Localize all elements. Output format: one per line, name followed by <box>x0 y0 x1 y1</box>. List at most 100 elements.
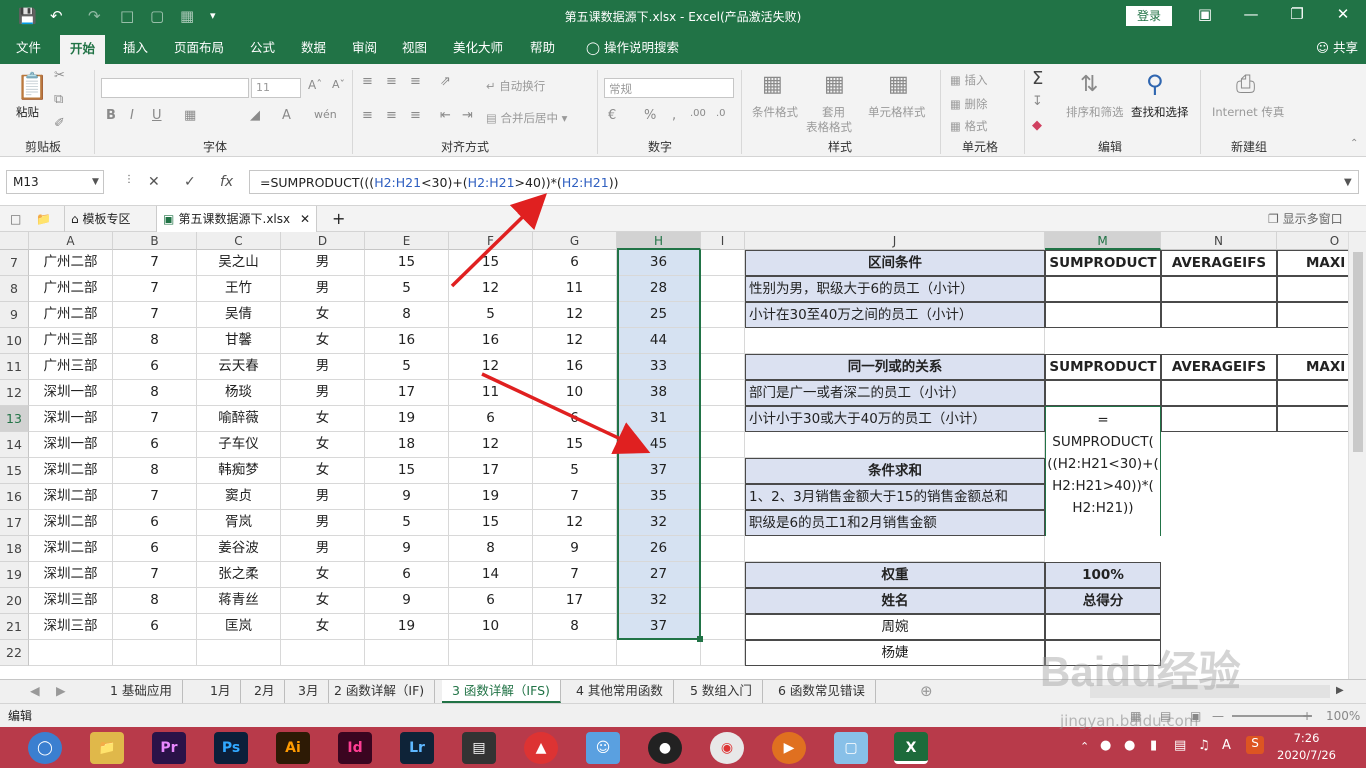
row-header-22[interactable]: 22 <box>0 640 29 666</box>
active-cell-m13[interactable]: = SUMPRODUCT( ((H2:H21<30)+( H2:H21>40))… <box>1045 406 1161 536</box>
cell-n12[interactable] <box>1161 380 1277 406</box>
cell-a13[interactable]: 深圳一部 <box>29 406 113 432</box>
interval-condition-2[interactable]: 小计在30至40万之间的员工（小计） <box>745 302 1045 328</box>
averageifs-header[interactable]: AVERAGEIFS <box>1161 250 1277 276</box>
cell-a7[interactable]: 广州二部 <box>29 250 113 276</box>
cell-d9[interactable]: 女 <box>281 302 365 328</box>
collapse-ribbon-icon[interactable]: ⌃ <box>1350 138 1358 149</box>
fill-handle[interactable] <box>697 636 703 642</box>
sogou-icon[interactable]: S <box>1246 736 1264 754</box>
photoshop-icon[interactable]: Ps <box>214 732 248 764</box>
cell-f9[interactable]: 5 <box>449 302 533 328</box>
find-select-label[interactable]: 查找和选择 <box>1131 104 1189 120</box>
cell-b16[interactable]: 7 <box>113 484 197 510</box>
underline-button[interactable]: U <box>152 108 162 123</box>
cell-d11[interactable]: 男 <box>281 354 365 380</box>
grow-font-icon[interactable]: Aˆ <box>308 78 322 92</box>
wrap-text-button[interactable]: ↵ 自动换行 <box>486 78 545 94</box>
cell-g8[interactable]: 11 <box>533 276 617 302</box>
vertical-scrollbar[interactable] <box>1348 232 1366 679</box>
sheet-tab-4[interactable]: 2 函数详解（IF) <box>324 680 436 703</box>
cell-g11[interactable]: 16 <box>533 354 617 380</box>
tab-formulas[interactable]: 公式 <box>240 32 285 64</box>
cell-b21[interactable]: 6 <box>113 614 197 640</box>
cell-e14[interactable]: 18 <box>365 432 449 458</box>
cell-c22[interactable] <box>197 640 281 666</box>
cell-h12[interactable]: 38 <box>617 380 701 406</box>
cell-g15[interactable]: 5 <box>533 458 617 484</box>
font-color-icon[interactable]: A <box>282 108 291 123</box>
cell-f12[interactable]: 11 <box>449 380 533 406</box>
score-header[interactable]: 总得分 <box>1045 588 1161 614</box>
tab-help[interactable]: 帮助 <box>520 32 565 64</box>
cell-e8[interactable]: 5 <box>365 276 449 302</box>
insert-cells-button[interactable]: ▦ 插入 <box>950 72 988 88</box>
conditional-format-icon[interactable]: ▦ <box>762 72 783 97</box>
video-editor-icon[interactable]: ▤ <box>462 732 496 764</box>
cell-e19[interactable]: 6 <box>365 562 449 588</box>
cancel-icon[interactable]: ✕ <box>148 174 160 190</box>
cell-h21[interactable]: 37 <box>617 614 701 640</box>
fill-color-icon[interactable]: ◢ <box>250 108 260 123</box>
cell-a12[interactable]: 深圳一部 <box>29 380 113 406</box>
ime-icon[interactable]: A <box>1222 738 1231 753</box>
cell-d8[interactable]: 男 <box>281 276 365 302</box>
tray-app-icon[interactable]: ● <box>1124 738 1135 753</box>
cut-icon[interactable]: ✂ <box>54 68 65 83</box>
cell-f20[interactable]: 6 <box>449 588 533 614</box>
cell-m9[interactable] <box>1045 302 1161 328</box>
cell-j14[interactable] <box>745 432 1045 458</box>
column-header-e[interactable]: E <box>365 232 449 250</box>
ribbon-display-icon[interactable]: ▣ <box>1190 5 1220 23</box>
cell-d14[interactable]: 女 <box>281 432 365 458</box>
cell-i21[interactable] <box>701 614 745 640</box>
fax-icon[interactable]: ⎙ <box>1236 70 1255 98</box>
conditional-format-label[interactable]: 条件格式 <box>752 104 798 120</box>
tray-qq-icon[interactable]: ● <box>1100 738 1111 753</box>
cell-n8[interactable] <box>1161 276 1277 302</box>
illustrator-icon[interactable]: Ai <box>276 732 310 764</box>
cell-c19[interactable]: 张之柔 <box>197 562 281 588</box>
cell-d7[interactable]: 男 <box>281 250 365 276</box>
sheet-tab-5[interactable]: 3 函数详解（IFS) <box>442 680 561 703</box>
tab-beautify[interactable]: 美化大师 <box>443 32 513 64</box>
file-explorer-icon[interactable]: 📁 <box>90 732 124 764</box>
cell-styles-label[interactable]: 单元格样式 <box>868 104 926 120</box>
premiere-icon[interactable]: Pr <box>152 732 186 764</box>
expand-formula-icon[interactable]: ▼ <box>1344 177 1352 188</box>
cell-g22[interactable] <box>533 640 617 666</box>
conditional-sum-header[interactable]: 条件求和 <box>745 458 1045 484</box>
cell-c17[interactable]: 胥岚 <box>197 510 281 536</box>
add-sheet-icon[interactable]: ⊕ <box>910 680 943 703</box>
sheet-tab-8[interactable]: 6 函数常见错误 <box>768 680 876 703</box>
messenger-icon[interactable]: ☺ <box>586 732 620 764</box>
row-header-9[interactable]: 9 <box>0 302 29 328</box>
row-header-13[interactable]: 13 <box>0 406 29 432</box>
sheet-tab-2[interactable]: 2月 <box>244 680 286 703</box>
close-tab-icon[interactable]: ✕ <box>300 212 310 226</box>
cell-n13[interactable] <box>1161 406 1277 432</box>
align-bottom-icon[interactable]: ≡ <box>410 74 421 89</box>
cell-e18[interactable]: 9 <box>365 536 449 562</box>
paste-label[interactable]: 粘贴 <box>16 104 39 120</box>
row-header-19[interactable]: 19 <box>0 562 29 588</box>
cell-d10[interactable]: 女 <box>281 328 365 354</box>
cell-b9[interactable]: 7 <box>113 302 197 328</box>
sumproduct-header[interactable]: SUMPRODUCT <box>1045 250 1161 276</box>
person-2[interactable]: 杨婕 <box>745 640 1045 666</box>
row-header-10[interactable]: 10 <box>0 328 29 354</box>
cell-styles-icon[interactable]: ▦ <box>888 72 909 97</box>
sum-condition-1[interactable]: 1、2、3月销售金额大于15的销售金额总和 <box>745 484 1045 510</box>
cell-b11[interactable]: 6 <box>113 354 197 380</box>
cell-m12[interactable] <box>1045 380 1161 406</box>
cell-g10[interactable]: 12 <box>533 328 617 354</box>
cell-a19[interactable]: 深圳二部 <box>29 562 113 588</box>
column-header-f[interactable]: F <box>449 232 533 250</box>
or-relation-header[interactable]: 同一列或的关系 <box>745 354 1045 380</box>
row-header-17[interactable]: 17 <box>0 510 29 536</box>
cell-e12[interactable]: 17 <box>365 380 449 406</box>
insert-function-button[interactable]: fx <box>220 174 233 190</box>
phonetic-icon[interactable]: wén <box>314 108 337 121</box>
decrease-indent-icon[interactable]: ⇤ <box>440 108 451 123</box>
maximize-icon[interactable]: ❐ <box>1282 5 1312 23</box>
